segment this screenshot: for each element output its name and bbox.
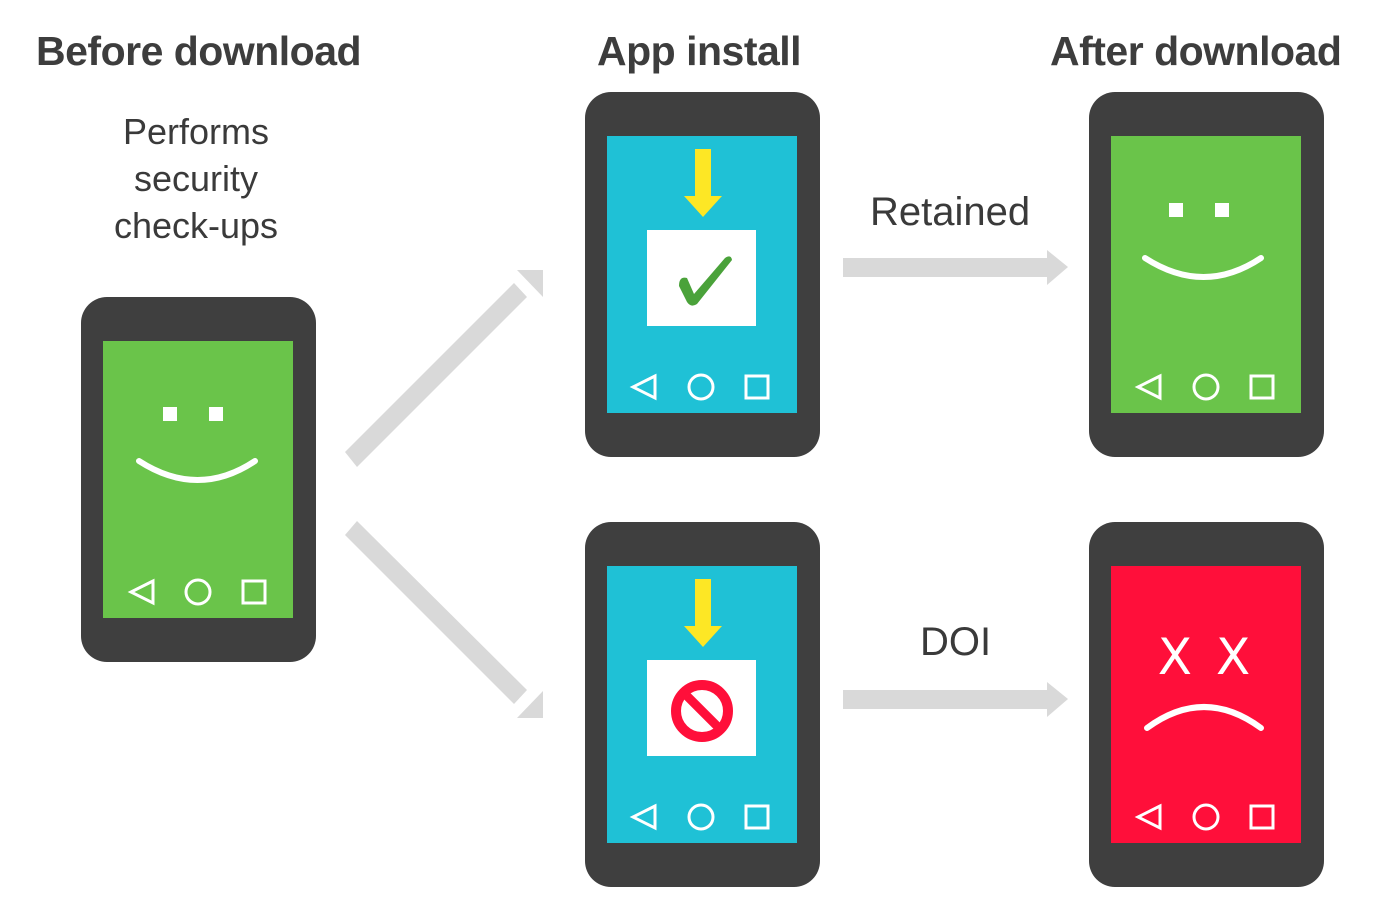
home-icon — [687, 803, 715, 831]
back-icon — [629, 803, 657, 831]
phone-install-approved — [585, 92, 820, 457]
arrow-to-install-blocked — [345, 521, 543, 718]
home-icon — [1192, 803, 1220, 831]
app-card — [647, 230, 756, 326]
happy-face-icon — [1142, 203, 1264, 280]
download-arrow-icon — [684, 149, 722, 217]
nav-bar — [629, 803, 770, 831]
recents-icon — [744, 374, 770, 400]
home-icon — [1192, 373, 1220, 401]
home-icon — [184, 578, 212, 606]
home-icon — [687, 373, 715, 401]
recents-icon — [1249, 374, 1275, 400]
back-icon — [127, 578, 155, 606]
phone-after-retained — [1089, 92, 1324, 457]
sad-mouth-icon — [1144, 704, 1264, 731]
back-icon — [629, 373, 657, 401]
screen-install-approved — [607, 136, 797, 413]
nav-bar — [629, 373, 770, 401]
recents-icon — [1249, 804, 1275, 830]
screen-happy — [103, 341, 293, 618]
recents-icon — [744, 804, 770, 830]
phone-install-blocked — [585, 522, 820, 887]
back-icon — [1134, 373, 1162, 401]
phone-after-doi: X X — [1089, 522, 1324, 887]
recents-icon — [241, 579, 267, 605]
nav-bar — [1134, 803, 1275, 831]
phone-before-download — [81, 297, 316, 662]
screen-happy — [1111, 136, 1301, 413]
download-arrow-icon — [684, 579, 722, 647]
nav-bar — [1134, 373, 1275, 401]
arrow-retained — [843, 250, 1068, 285]
arrow-doi — [843, 682, 1068, 717]
screen-install-blocked — [607, 566, 797, 843]
screen-sad: X X — [1111, 566, 1301, 843]
happy-face-icon — [136, 407, 258, 483]
arrow-to-install-approved — [345, 270, 543, 467]
nav-bar — [127, 578, 267, 606]
back-icon — [1134, 803, 1162, 831]
